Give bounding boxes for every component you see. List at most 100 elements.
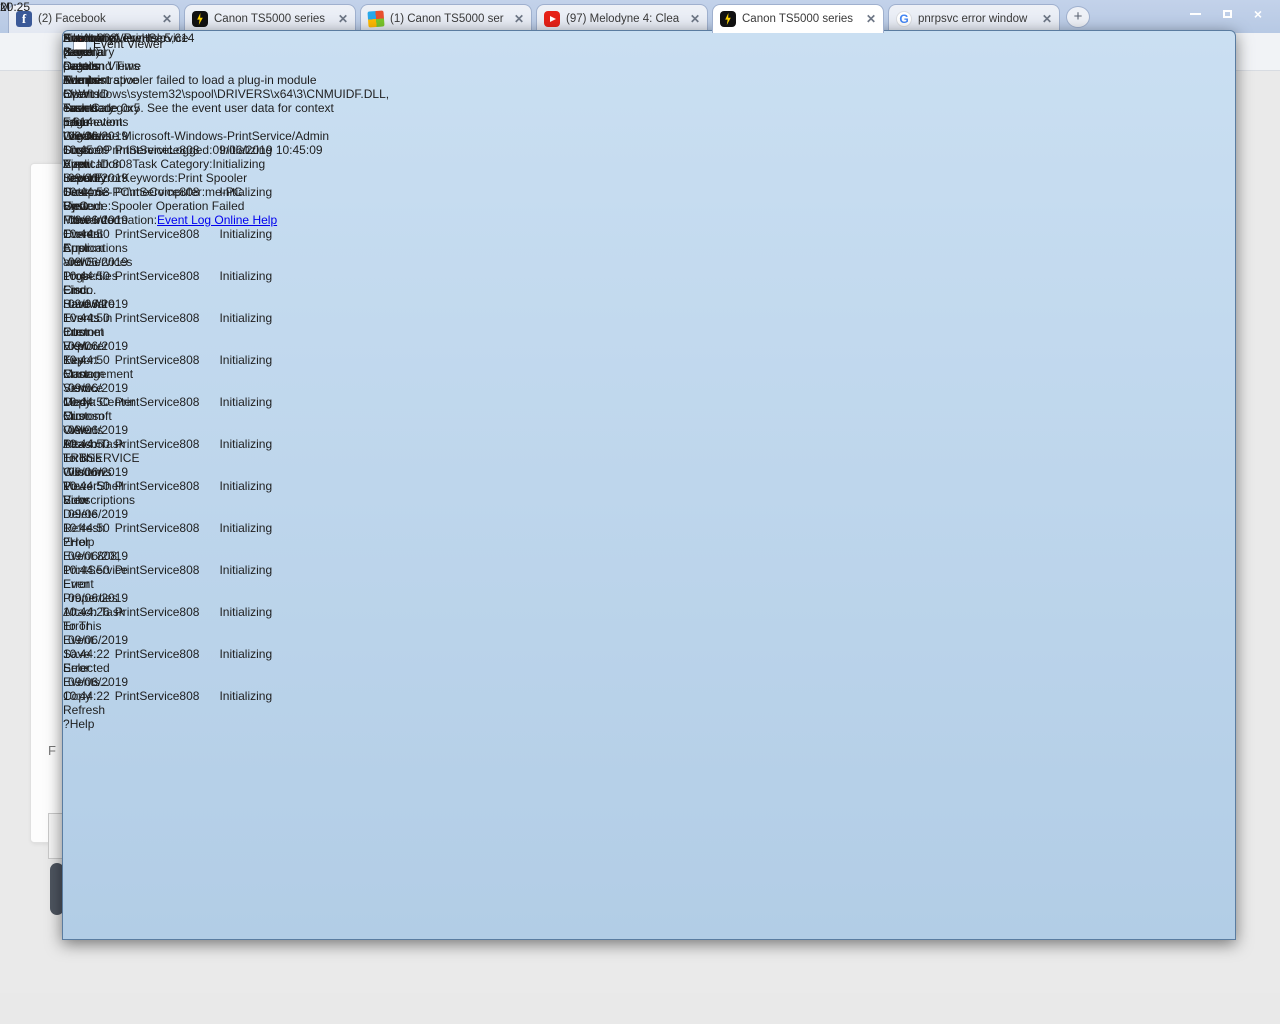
event-id-cell: 808 [179, 479, 206, 493]
action-item[interactable]: Open Saved Log... [63, 87, 128, 129]
action-item[interactable]: View [63, 493, 128, 507]
actions-section-header[interactable]: Summary page events [63, 45, 128, 87]
action-item-label: Save Selected Events... [63, 647, 110, 689]
tab-close-icon[interactable]: ✕ [866, 12, 876, 26]
event-id-cell: 808 [179, 311, 206, 325]
action-item[interactable]: Refresh [63, 703, 128, 717]
tab-title: (97) Melodyne 4: Clea [566, 13, 684, 25]
field-label: Logged: [169, 143, 212, 157]
browser-tab[interactable]: f(2) Facebook✕ [8, 4, 180, 33]
action-item-label: Event Properties [63, 577, 118, 605]
action-item-label: Filter Current Custom View... [63, 213, 104, 269]
browser-maximize-button[interactable] [1223, 10, 1232, 18]
tab-close-icon[interactable]: ✕ [690, 12, 700, 26]
action-item[interactable]: Save All Events in Custom View ... [63, 297, 128, 353]
browser-tab[interactable]: (97) Melodyne 4: Clea ✕ [536, 4, 708, 33]
action-item[interactable]: Properties [63, 269, 128, 283]
task-category-cell: Initializing [206, 227, 272, 241]
action-item-label: Delete [63, 507, 98, 521]
browser-tab-strip: f(2) Facebook✕Canon TS5000 series✕(1) Ca… [0, 0, 1280, 33]
help-icon: ? [63, 717, 70, 731]
action-item[interactable]: Attach Task To This Custom Vie... [63, 437, 128, 493]
action-item-label: Export Custom View... [63, 353, 104, 395]
action-item[interactable]: Attach Task To This Event... [63, 605, 128, 647]
task-category-cell: Initializing [206, 605, 272, 619]
youtube-icon [544, 11, 560, 27]
tab-close-icon[interactable]: ✕ [1042, 12, 1052, 26]
action-item-label: View [63, 493, 89, 507]
action-item[interactable]: Refresh [63, 521, 128, 535]
action-item[interactable]: Create Custom View... [63, 129, 128, 171]
action-item[interactable]: Save Selected Events... [63, 647, 128, 689]
action-item-label: Import Custom View... [63, 171, 104, 213]
browser-tab[interactable]: Canon TS5000 series ✕ [184, 4, 356, 33]
field-value: Spooler Operation Failed [111, 199, 244, 213]
action-item[interactable]: Import Custom View... [63, 171, 128, 213]
event-id-cell: 808 [179, 605, 206, 619]
event-id-cell: 808 [179, 521, 206, 535]
task-category-cell: Initializing [206, 311, 272, 325]
new-tab-button[interactable]: + [1066, 6, 1090, 28]
browser-tab[interactable]: Canon TS5000 series✕ [712, 4, 884, 33]
event-log-online-help-link[interactable]: Event Log Online Help [157, 213, 277, 227]
action-item-label: Save All Events in Custom View ... [63, 297, 112, 353]
task-category-cell: Initializing [206, 269, 272, 283]
action-item[interactable]: Copy [63, 689, 128, 703]
event-id-cell: 808 [179, 437, 206, 451]
event-id-cell: 808 [179, 647, 206, 661]
field-value: me-PC [205, 185, 242, 199]
action-item[interactable]: Copy Custom View... [63, 395, 128, 437]
action-item-label: Refresh [63, 703, 105, 717]
browser-tab[interactable]: Gpnrpsvc error window ✕ [888, 4, 1060, 33]
task-category-cell: Initializing [206, 521, 272, 535]
event-id-cell: 808 [179, 227, 206, 241]
action-item-label: Open Saved Log... [63, 87, 97, 129]
action-item-label: Create Custom View... [63, 129, 104, 171]
action-item[interactable]: Delete [63, 507, 128, 521]
field-label: Keywords: [122, 171, 178, 185]
google-icon: G [896, 11, 912, 27]
event-id-cell: 808 [179, 563, 206, 577]
field-value: 09/06/2019 10:45:09 [212, 143, 322, 157]
taskbar-clock[interactable]: 20:25 [0, 0, 30, 14]
actions-body: Summary page eventsOpen Saved Log...Crea… [63, 45, 128, 731]
screen: { "colors": { "taskbar_blue": "#2c60ae",… [0, 0, 1280, 1024]
action-item[interactable]: ?Help [63, 717, 128, 731]
tab-title: Canon TS5000 series [214, 13, 332, 25]
action-item[interactable]: ?Help [63, 535, 128, 549]
action-item[interactable]: Event Properties [63, 577, 128, 605]
field-value: Print Spooler [178, 171, 247, 185]
event-id-cell: 808 [179, 353, 206, 367]
tab-title: (1) Canon TS5000 ser [390, 13, 508, 25]
action-item[interactable]: Find... [63, 283, 128, 297]
tab-close-icon[interactable]: ✕ [514, 12, 524, 26]
field-label: Task Category: [132, 157, 212, 171]
help-icon: ? [63, 535, 70, 549]
browser-close-button[interactable]: × [1254, 9, 1262, 19]
tab-title: pnrpsvc error window [918, 13, 1036, 25]
actions-pane: Actions Summary page eventsOpen Saved Lo… [63, 31, 128, 731]
tab-close-icon[interactable]: ✕ [338, 12, 348, 26]
task-category-cell: Initializing [206, 647, 272, 661]
action-item-label: Find... [63, 283, 96, 297]
field-value: Initializing [212, 157, 265, 171]
action-item-label: Attach Task To This Event... [63, 605, 125, 647]
action-item-label: Help [70, 717, 95, 731]
action-item-label: Help [70, 535, 95, 549]
browser-minimize-button[interactable] [1190, 13, 1201, 15]
action-item-label: Copy Custom View... [63, 395, 104, 437]
tab-close-icon[interactable]: ✕ [162, 12, 172, 26]
actions-section-header[interactable]: Event 808, PrintService [63, 549, 128, 577]
event-viewer-window: Event Viewer FileActionViewHelp ? Event … [62, 30, 1236, 940]
field-label: Computer: [149, 185, 205, 199]
actions-title: Actions [63, 31, 128, 45]
windows-icon [367, 10, 384, 27]
action-item-label: Properties [63, 269, 118, 283]
task-category-cell: Initializing [206, 563, 272, 577]
lightning-icon [720, 11, 736, 27]
browser-tab[interactable]: (1) Canon TS5000 ser ✕ [360, 4, 532, 33]
browser-window-controls: × [1150, 0, 1280, 27]
action-item[interactable]: Export Custom View... [63, 353, 128, 395]
action-item-label: Refresh [63, 521, 105, 535]
action-item[interactable]: Filter Current Custom View... [63, 213, 128, 269]
